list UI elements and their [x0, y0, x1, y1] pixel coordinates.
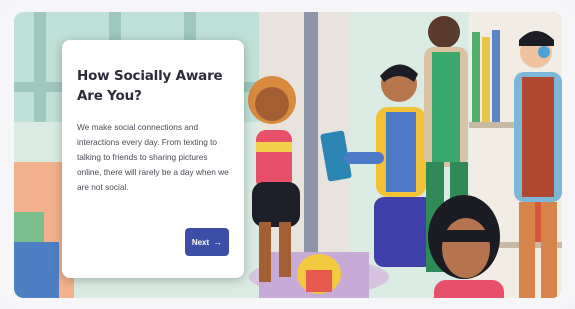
card-title: How Socially Aware Are You? — [77, 68, 223, 104]
quiz-intro-card: How Socially Aware Are You? We make soci… — [62, 40, 244, 278]
arrow-right-icon: → — [213, 236, 223, 247]
screen-frame: How Socially Aware Are You? We make soci… — [0, 0, 575, 309]
next-button[interactable]: Next → — [185, 228, 229, 256]
next-button-label: Next — [191, 237, 210, 247]
card-description: We make social connections and interacti… — [77, 122, 229, 192]
